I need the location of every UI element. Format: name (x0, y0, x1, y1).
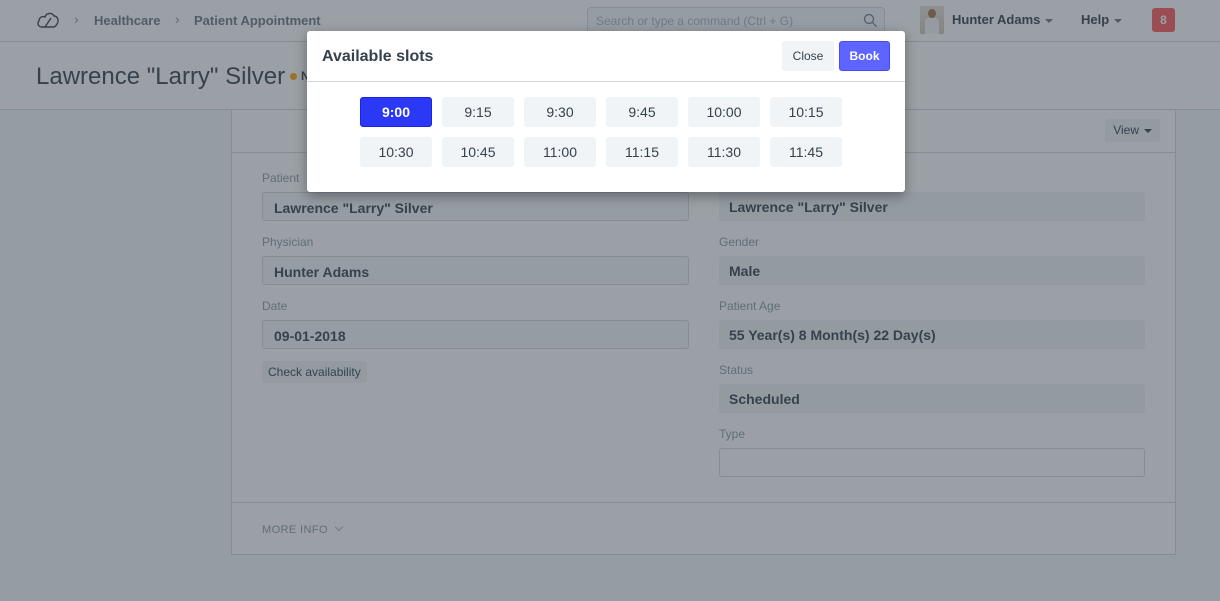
slot-button[interactable]: 11:30 (688, 137, 760, 167)
slot-button[interactable]: 10:15 (770, 97, 842, 127)
modal-title: Available slots (322, 48, 434, 65)
slot-button[interactable]: 11:15 (606, 137, 678, 167)
slot-button[interactable]: 10:30 (360, 137, 432, 167)
book-button[interactable]: Book (839, 41, 890, 71)
available-slots-dialog: Available slots Close Book 9:00 9:15 9:3… (307, 31, 905, 192)
slot-button[interactable]: 11:00 (524, 137, 596, 167)
slot-button[interactable]: 9:45 (606, 97, 678, 127)
close-button[interactable]: Close (782, 41, 834, 71)
modal-header: Available slots Close Book (307, 31, 905, 82)
slot-button[interactable]: 10:45 (442, 137, 514, 167)
slot-button[interactable]: 10:00 (688, 97, 760, 127)
slot-button[interactable]: 9:15 (442, 97, 514, 127)
slot-button[interactable]: 9:00 (360, 97, 432, 127)
slot-button[interactable]: 11:45 (770, 137, 842, 167)
slot-button[interactable]: 9:30 (524, 97, 596, 127)
